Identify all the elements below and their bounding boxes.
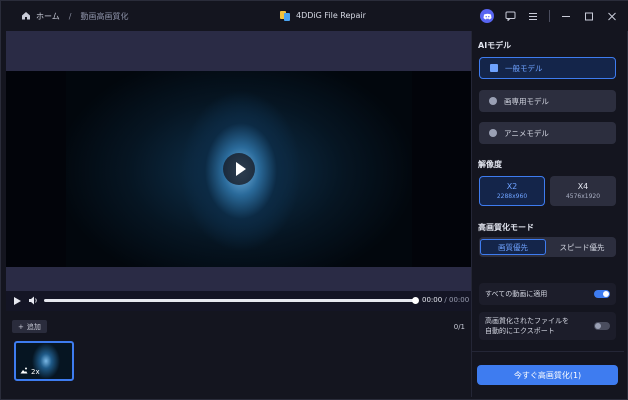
add-file-label: 追加 — [26, 322, 41, 331]
mode-speed-button[interactable]: スピード優先 — [549, 239, 615, 255]
maximize-icon[interactable] — [582, 9, 596, 23]
file-count: 0/1 — [453, 323, 465, 331]
feedback-icon[interactable] — [503, 9, 517, 23]
resolution-x2-size: 2288x960 — [496, 193, 528, 200]
resolution-x4-label: X4 — [577, 182, 589, 191]
title-bar: ホーム / 動画高画質化 4DDiG File Repair — [1, 1, 628, 31]
mode-quality-button[interactable]: 画質優先 — [480, 239, 546, 255]
anime-model-icon — [489, 129, 497, 137]
seek-bar[interactable] — [44, 297, 419, 304]
resolution-x2-label: X2 — [506, 182, 518, 191]
app-title-group: 4DDiG File Repair — [280, 10, 366, 21]
apply-all-label: すべての動画に適用 — [485, 290, 548, 298]
file-bar: + 追加 0/1 — [6, 317, 471, 337]
seek-handle[interactable] — [412, 297, 419, 304]
resolution-title: 解像度 — [478, 160, 502, 169]
toggle-knob — [603, 291, 609, 297]
close-icon[interactable] — [605, 9, 619, 23]
volume-icon[interactable] — [28, 296, 40, 306]
menu-icon[interactable] — [526, 9, 540, 23]
breadcrumb-home[interactable]: ホーム — [36, 11, 60, 22]
auto-export-label-line1: 高画質化されたファイルを — [485, 317, 569, 325]
auto-export-toggle[interactable] — [594, 322, 610, 330]
play-icon[interactable] — [12, 296, 22, 306]
mode-selector: 画質優先 スピード優先 — [479, 237, 616, 257]
video-frame[interactable] — [6, 71, 471, 267]
app-title: 4DDiG File Repair — [296, 11, 366, 20]
model-general-label: 一般モデル — [505, 63, 543, 73]
model-photo-label: 画専用モデル — [504, 96, 549, 106]
time-separator: / — [444, 296, 447, 304]
model-photo-button[interactable]: 画専用モデル — [479, 90, 616, 112]
breadcrumb-current: 動画高画質化 — [80, 12, 129, 21]
model-anime-label: アニメモデル — [504, 128, 549, 138]
app-window: ホーム / 動画高画質化 4DDiG File Repair 00:00 / 0… — [0, 0, 628, 400]
time-current: 00:00 — [422, 296, 443, 304]
image-icon — [20, 367, 28, 376]
window-controls — [480, 9, 619, 23]
breadcrumb-separator: / — [68, 12, 72, 21]
auto-export-text: 高画質化されたファイルを 自動的にエクスポート — [485, 316, 569, 336]
toggle-knob — [595, 323, 601, 329]
settings-panel: AIモデル 一般モデル 画専用モデル アニメモデル 解像度 X2 2288x96… — [472, 31, 624, 397]
home-icon[interactable] — [21, 11, 31, 22]
resolution-x4-button[interactable]: X4 4576x1920 — [550, 176, 616, 206]
plus-icon: + — [18, 322, 24, 331]
model-general-button[interactable]: 一般モデル — [479, 57, 616, 79]
video-thumbnail[interactable]: 2x — [14, 341, 74, 381]
app-logo-icon — [280, 10, 290, 21]
thumb-scale: 2x — [31, 367, 40, 376]
minimize-icon[interactable] — [559, 9, 573, 23]
discord-icon[interactable] — [480, 9, 494, 23]
auto-export-row: 高画質化されたファイルを 自動的にエクスポート — [479, 312, 616, 340]
ai-model-title: AIモデル — [478, 41, 512, 50]
resolution-x4-size: 4576x1920 — [565, 193, 601, 200]
add-file-button[interactable]: + 追加 — [12, 320, 47, 333]
controls-divider — [549, 10, 550, 22]
resolution-x2-button[interactable]: X2 2288x960 — [479, 176, 545, 206]
model-anime-button[interactable]: アニメモデル — [479, 122, 616, 144]
time-display: 00:00 / 00:00 — [422, 296, 469, 304]
apply-all-row: すべての動画に適用 — [479, 283, 616, 305]
mode-title: 高画質化モード — [478, 223, 534, 232]
auto-export-label-line2: 自動的にエクスポート — [485, 327, 555, 335]
video-player: 00:00 / 00:00 — [6, 31, 471, 311]
player-controls: 00:00 / 00:00 — [6, 291, 471, 311]
thumbnail-strip: 2x — [6, 337, 471, 397]
play-overlay-button[interactable] — [223, 153, 255, 185]
cta-divider — [472, 351, 624, 352]
breadcrumb: ホーム / 動画高画質化 — [21, 11, 128, 22]
photo-model-icon — [489, 97, 497, 105]
general-model-icon — [490, 64, 498, 72]
thumb-badge: 2x — [20, 367, 40, 376]
main-area: 00:00 / 00:00 + 追加 0/1 2x — [6, 31, 471, 397]
time-total: 00:00 — [449, 296, 470, 304]
enhance-now-button[interactable]: 今すぐ高画質化(1) — [477, 365, 618, 385]
apply-all-toggle[interactable] — [594, 290, 610, 298]
